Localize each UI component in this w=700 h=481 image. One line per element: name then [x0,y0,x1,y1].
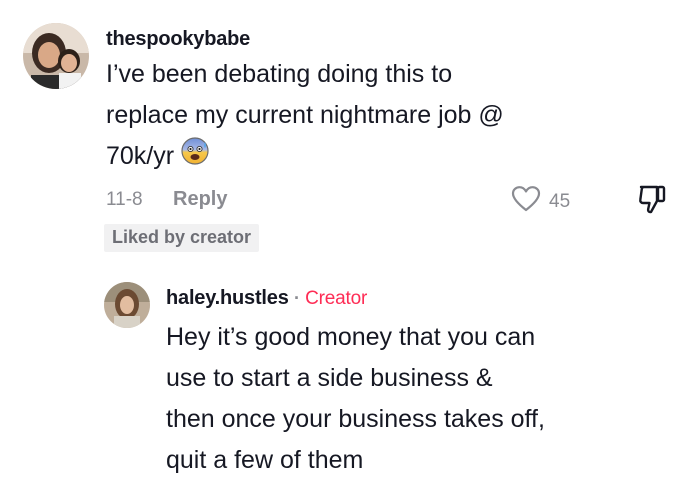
commenter-username[interactable]: thespookybabe [106,28,250,51]
reply-text-line: quit a few of them [166,446,364,474]
commenter-avatar-image [23,23,89,89]
liked-by-creator-badge: Liked by creator [104,224,260,252]
heart-icon [511,185,541,218]
comment-date: 11-8 [106,189,143,210]
comment-text-line: replace my current nightmare job @ [106,101,504,129]
creator-label: Creator [305,288,368,309]
reply-button[interactable]: Reply [173,188,227,211]
like-button[interactable]: 45 [511,185,570,218]
creator-username[interactable]: haley.hustles [166,287,289,309]
reply-text-line: then once your business takes off, [166,405,545,433]
anxious-face-with-sweat-icon [180,136,210,179]
comment-text-line-last: 70k/yr [106,136,504,179]
creator-avatar-image [104,282,150,328]
creator-avatar[interactable] [104,282,150,328]
reply-text: Hey it’s good money that you can use to … [166,317,545,481]
like-count: 45 [549,190,571,212]
reply-text-line: Hey it’s good money that you can [166,323,536,351]
comment-text-line: I’ve been debating doing this to [106,60,453,88]
creator-username-row: haley.hustles · Creator [166,287,367,310]
separator-dot: · [294,288,300,308]
commenter-avatar[interactable] [23,23,89,89]
thumbs-down-icon[interactable] [637,183,667,220]
comment-text: I’ve been debating doing this to replace… [106,54,504,179]
comment-text-line: 70k/yr [106,142,175,171]
reply-text-line: use to start a side business & [166,364,493,392]
